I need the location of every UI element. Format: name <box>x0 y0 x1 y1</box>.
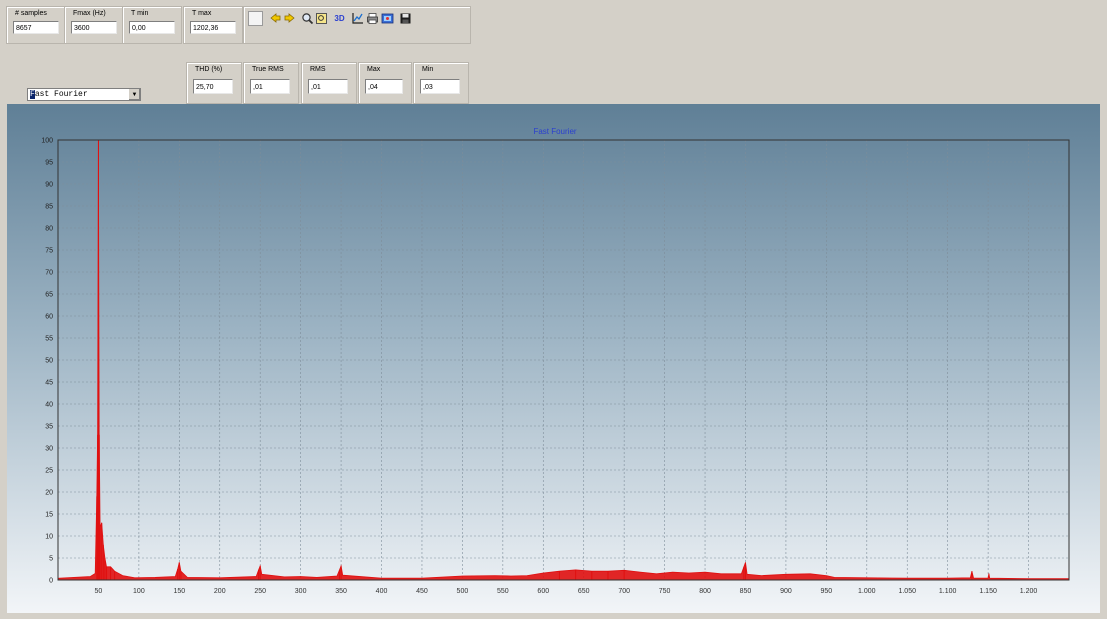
export-icon[interactable] <box>381 12 394 25</box>
y-tick-label: 40 <box>45 402 53 409</box>
chart-toolbar: 3D <box>243 6 471 44</box>
x-tick-label: 600 <box>537 588 549 595</box>
max-field[interactable]: ,04 <box>365 79 403 94</box>
zoom-box-icon[interactable] <box>315 12 328 25</box>
y-tick-label: 50 <box>45 358 53 365</box>
print-icon[interactable] <box>366 12 379 25</box>
x-tick-label: 850 <box>740 588 752 595</box>
y-tick-label: 75 <box>45 248 53 255</box>
min-group: Min ,03 <box>413 62 469 104</box>
x-tick-label: 1.150 <box>979 588 997 595</box>
y-tick-label: 90 <box>45 182 53 189</box>
x-tick-label: 1.000 <box>858 588 876 595</box>
true-rms-label: True RMS <box>252 66 284 73</box>
x-tick-label: 650 <box>578 588 590 595</box>
y-tick-label: 10 <box>45 534 53 541</box>
x-tick-label: 900 <box>780 588 792 595</box>
x-tick-label: 250 <box>254 588 266 595</box>
x-tick-label: 1.100 <box>939 588 957 595</box>
pan-right-icon[interactable] <box>283 12 296 25</box>
max-group: Max ,04 <box>358 62 412 104</box>
x-tick-label: 300 <box>295 588 307 595</box>
fft-chart[interactable]: Fast Fourier 50 100 150 200 250 300 350 400 450 5… <box>7 104 1100 613</box>
y-tick-label: 55 <box>45 336 53 343</box>
zoom-icon[interactable] <box>301 12 314 25</box>
x-tick-label: 350 <box>335 588 347 595</box>
chevron-down-icon[interactable]: ▼ <box>128 89 140 100</box>
y-tick-label: 35 <box>45 424 53 431</box>
x-tick-label: 800 <box>699 588 711 595</box>
fmax-group: Fmax (Hz) 3600 <box>64 6 124 44</box>
true-rms-field[interactable]: ,01 <box>250 79 290 94</box>
x-tick-label: 100 <box>133 588 145 595</box>
y-tick-label: 70 <box>45 270 53 277</box>
fft-chart-svg: Fast Fourier 50 100 150 200 250 300 350 400 450 5… <box>7 104 1100 613</box>
chart-axes-icon[interactable] <box>351 12 364 25</box>
x-tick-label: 700 <box>618 588 630 595</box>
x-tick-label: 1.200 <box>1020 588 1038 595</box>
min-label: Min <box>422 66 434 73</box>
samples-field[interactable]: 8657 <box>13 21 59 34</box>
fmax-field[interactable]: 3600 <box>71 21 117 34</box>
tmin-field[interactable]: 0,00 <box>129 21 175 34</box>
y-tick-label: 0 <box>49 578 53 585</box>
rms-field[interactable]: ,01 <box>308 79 348 94</box>
y-tick-label: 65 <box>45 292 53 299</box>
x-tick-label: 150 <box>173 588 185 595</box>
chart-title: Fast Fourier <box>533 127 576 136</box>
save-icon[interactable] <box>399 12 412 25</box>
x-tick-label: 50 <box>95 588 103 595</box>
pan-left-icon[interactable] <box>269 12 282 25</box>
analysis-type-value: Fast Fourier <box>30 90 88 99</box>
tmin-label: T min <box>131 10 149 17</box>
y-tick-label: 100 <box>41 138 53 145</box>
thd-field[interactable]: 25,70 <box>193 79 233 94</box>
y-tick-label: 5 <box>49 556 53 563</box>
tmin-group: T min 0,00 <box>122 6 182 44</box>
y-tick-label: 25 <box>45 468 53 475</box>
y-tick-label: 30 <box>45 446 53 453</box>
x-tick-label: 200 <box>214 588 226 595</box>
y-tick-label: 15 <box>45 512 53 519</box>
samples-group: # samples 8657 <box>6 6 66 44</box>
pointer-icon[interactable] <box>248 11 263 26</box>
analysis-type-select[interactable]: Fast Fourier ▼ <box>27 88 141 101</box>
tmax-group: T max 1202,36 <box>183 6 243 44</box>
y-tick-label: 85 <box>45 204 53 211</box>
y-tick-label: 45 <box>45 380 53 387</box>
max-label: Max <box>367 66 381 73</box>
x-tick-label: 550 <box>497 588 509 595</box>
x-tick-label: 950 <box>821 588 833 595</box>
x-tick-label: 1.050 <box>898 588 916 595</box>
rms-group: RMS ,01 <box>301 62 357 104</box>
y-tick-label: 60 <box>45 314 53 321</box>
fmax-label: Fmax (Hz) <box>73 10 106 17</box>
rms-label: RMS <box>310 66 326 73</box>
tmax-field[interactable]: 1202,36 <box>190 21 236 34</box>
min-field[interactable]: ,03 <box>420 79 460 94</box>
x-tick-label: 750 <box>659 588 671 595</box>
true-rms-group: True RMS ,01 <box>243 62 299 104</box>
thd-label: THD (%) <box>195 66 223 73</box>
tmax-label: T max <box>192 10 212 17</box>
y-tick-label: 80 <box>45 226 53 233</box>
samples-label: # samples <box>15 10 47 17</box>
x-tick-label: 500 <box>457 588 469 595</box>
y-tick-label: 20 <box>45 490 53 497</box>
x-tick-label: 400 <box>376 588 388 595</box>
thd-group: THD (%) 25,70 <box>186 62 242 104</box>
chart-background <box>7 104 1100 613</box>
x-tick-label: 450 <box>416 588 428 595</box>
y-tick-label: 95 <box>45 160 53 167</box>
3d-icon[interactable]: 3D <box>333 12 346 25</box>
